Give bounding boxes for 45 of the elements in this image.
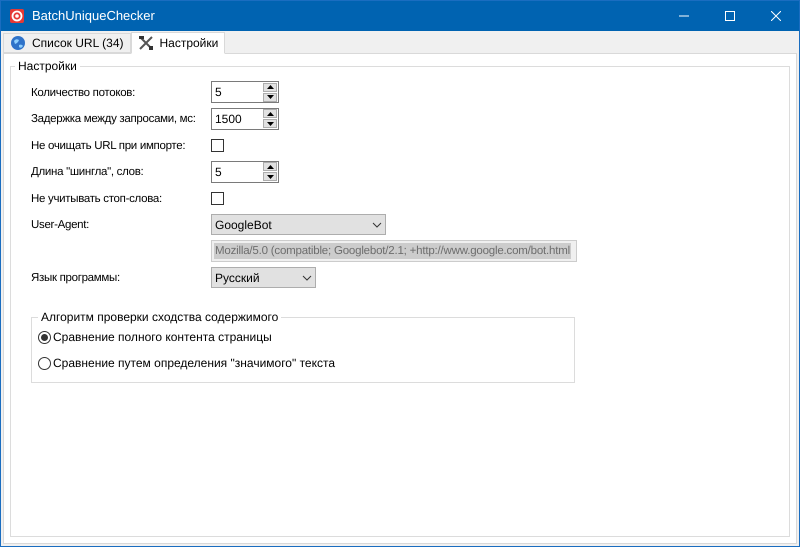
spin-down-button[interactable]: [263, 119, 277, 128]
down-arrow-icon: [266, 95, 274, 100]
dropdown[interactable]: GoogleBot: [211, 214, 386, 236]
field-label: Длина "шингла", слов:: [31, 166, 144, 178]
radio-option[interactable]: Сравнение полного контента страницы: [38, 324, 574, 350]
dropdown[interactable]: Русский: [211, 267, 316, 288]
up-arrow-icon: [266, 112, 274, 116]
app-icon: [10, 9, 24, 23]
field-label: Язык программы:: [31, 272, 120, 284]
radio-button[interactable]: [38, 330, 51, 344]
chevron-down-icon: [302, 274, 312, 281]
radio-button[interactable]: [38, 356, 51, 370]
down-arrow-icon: [266, 174, 274, 179]
checkbox[interactable]: [211, 138, 224, 152]
globe-icon: [10, 35, 26, 51]
tab[interactable]: Список URL (34): [3, 33, 130, 53]
spin-up-button[interactable]: [263, 82, 277, 92]
field-label: User-Agent:: [31, 219, 90, 232]
spin-value: 1500: [215, 110, 243, 128]
chevron-down-icon: [372, 222, 382, 228]
group-title: Настройки: [15, 59, 80, 73]
maximize-icon: [725, 11, 735, 21]
spin-value: 5: [215, 84, 223, 102]
spin-field[interactable]: 5: [211, 81, 279, 104]
spin-down-button[interactable]: [263, 92, 277, 102]
group-title: Алгоритм проверки сходства содержимого: [38, 310, 282, 324]
up-arrow-icon: [266, 164, 274, 169]
close-icon: [771, 11, 781, 21]
field-label: Не очищать URL при импорте:: [31, 140, 186, 152]
window-title: BatchUniqueChecker: [32, 7, 156, 26]
spin-value: 5: [215, 164, 223, 181]
spin-down-button[interactable]: [263, 172, 277, 182]
up-arrow-icon: [266, 85, 274, 90]
checkbox[interactable]: [211, 192, 224, 205]
spin-field[interactable]: 5: [211, 160, 279, 183]
spin-field[interactable]: 1500: [211, 108, 279, 130]
field-label: Задержка между запросами, мс:: [31, 113, 196, 126]
field-label: Количество потоков:: [31, 86, 136, 99]
spin-up-button[interactable]: [263, 109, 277, 118]
spin-up-button[interactable]: [263, 162, 277, 172]
tab[interactable]: Настройки: [130, 32, 226, 54]
radio-option[interactable]: Сравнение путем определения "значимого" текста: [38, 350, 574, 376]
tools-icon: [138, 35, 154, 51]
down-arrow-icon: [266, 122, 274, 126]
field-label: Не учитывать стоп-слова:: [31, 192, 162, 205]
